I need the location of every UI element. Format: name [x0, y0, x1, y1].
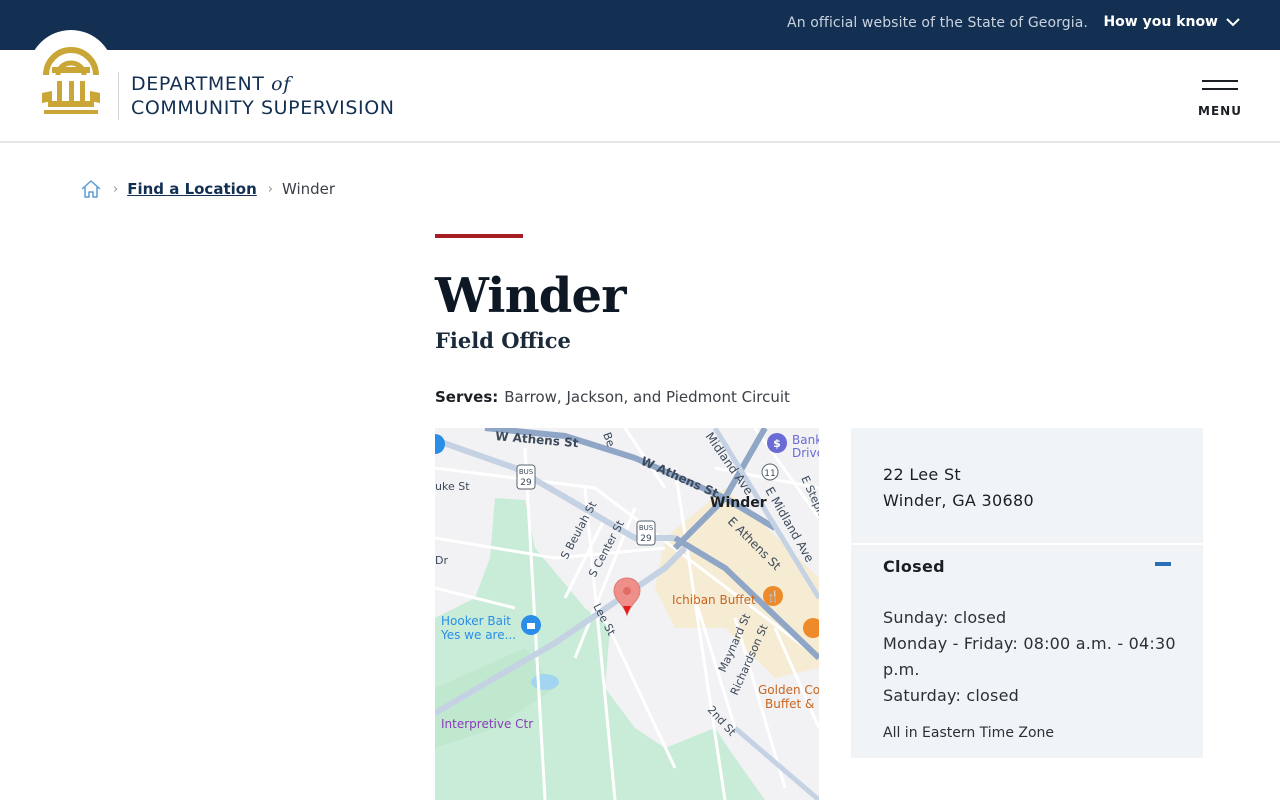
- restaurant-poi: 🍴: [763, 586, 783, 606]
- logo-divider: [118, 72, 119, 120]
- home-link[interactable]: [80, 178, 102, 200]
- poi-label: Golden Co: [758, 683, 819, 697]
- collapse-minus-icon[interactable]: [1155, 562, 1171, 566]
- chevron-right-icon: ›: [113, 181, 119, 197]
- page-subtitle: Field Office: [435, 328, 571, 353]
- official-text: An official website of the State of Geor…: [787, 15, 1088, 31]
- home-icon: [81, 180, 101, 198]
- breadcrumb: › Find a Location › Winder: [80, 178, 335, 200]
- chevron-right-icon: ›: [267, 181, 273, 197]
- address-line-2: Winder, GA 30680: [883, 491, 1034, 510]
- georgia-seal-logo[interactable]: [28, 30, 114, 116]
- route-bus-label: BUS: [519, 468, 534, 476]
- route-number: 29: [520, 478, 532, 488]
- timezone-note: All in Eastern Time Zone: [883, 725, 1055, 741]
- georgia-seal-icon: [42, 47, 100, 114]
- serves-label: Serves:: [435, 388, 499, 406]
- open-status[interactable]: Closed: [883, 557, 945, 576]
- logo-line-2: COMMUNITY SUPERVISION: [131, 97, 395, 119]
- location-info-panel: 22 Lee St Winder, GA 30680 Closed Sunday…: [851, 428, 1203, 758]
- serves-value: Barrow, Jackson, and Piedmont Circuit: [504, 388, 790, 406]
- route-11-shield: 11: [761, 463, 779, 481]
- logo-of: of: [271, 73, 291, 95]
- bank-poi: $: [767, 433, 787, 453]
- map-label: uke St: [435, 480, 470, 493]
- address: 22 Lee St Winder, GA 30680: [883, 462, 1034, 514]
- poi-label: Bank: [792, 433, 819, 447]
- svg-text:🍴: 🍴: [766, 590, 780, 603]
- breadcrumb-find-location[interactable]: Find a Location: [127, 180, 257, 198]
- chevron-down-icon: [1226, 18, 1240, 27]
- site-header: DEPARTMENT of COMMUNITY SUPERVISION MENU: [0, 30, 1280, 143]
- address-line-1: 22 Lee St: [883, 465, 961, 484]
- shop-poi: [521, 615, 541, 635]
- hours-weekdays: Monday - Friday: 08:00 a.m. - 04:30 p.m.: [883, 634, 1176, 679]
- location-map[interactable]: W Athens St W Athens St Midland Ave E Mi…: [435, 428, 819, 800]
- hours-sunday: Sunday: closed: [883, 608, 1007, 627]
- route-29-shield: BUS 29: [636, 520, 656, 546]
- svg-text:$: $: [773, 437, 781, 450]
- map-label: Dr: [435, 554, 448, 567]
- hours-saturday: Saturday: closed: [883, 686, 1019, 705]
- poi-label: Drive: [792, 446, 819, 460]
- serves-line: Serves: Barrow, Jackson, and Piedmont Cir…: [435, 388, 790, 406]
- agency-name[interactable]: DEPARTMENT of COMMUNITY SUPERVISION: [131, 72, 395, 120]
- poi-label: Buffet &: [765, 697, 814, 711]
- hamburger-icon: [1202, 80, 1238, 82]
- pond: [531, 674, 559, 690]
- poi-label: Interpretive Ctr: [441, 717, 533, 731]
- poi-label: Yes we are...: [440, 628, 516, 642]
- breadcrumb-current: Winder: [281, 180, 336, 198]
- how-you-know-label: How you know: [1103, 14, 1218, 30]
- page-title: Winder: [435, 268, 627, 324]
- menu-button[interactable]: MENU: [1198, 78, 1242, 122]
- title-accent-bar: [435, 234, 523, 238]
- route-29-shield: BUS 29: [516, 464, 536, 490]
- panel-divider: [851, 543, 1203, 545]
- poi-label: Ichiban Buffet: [672, 593, 756, 607]
- poi-label: Hooker Bait: [441, 614, 511, 628]
- route-number: 11: [764, 469, 775, 479]
- menu-label: MENU: [1198, 104, 1242, 118]
- map-label: Winder: [710, 495, 767, 511]
- logo-line-1: DEPARTMENT: [131, 73, 265, 95]
- route-bus-label: BUS: [639, 524, 654, 532]
- how-you-know-button[interactable]: How you know: [1103, 14, 1240, 30]
- hours-list: Sunday: closed Monday - Friday: 08:00 a.…: [883, 605, 1183, 709]
- route-number: 29: [640, 534, 652, 544]
- official-banner: An official website of the State of Geor…: [0, 0, 1280, 50]
